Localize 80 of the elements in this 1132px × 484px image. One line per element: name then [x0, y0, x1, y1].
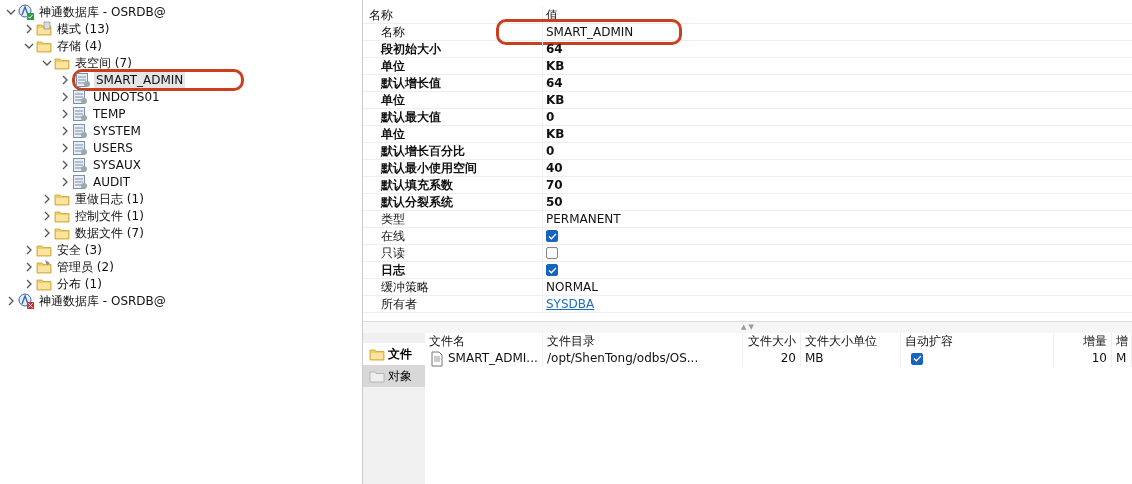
- tablespace-icon: [72, 156, 88, 173]
- tree-item[interactable]: SYSTEM: [91, 122, 143, 139]
- side-tab[interactable]: 对象: [363, 365, 425, 387]
- tablespace-icon: [72, 139, 88, 156]
- property-name: 单位: [363, 58, 543, 74]
- property-name: 日志: [363, 262, 543, 278]
- property-name: 默认最小使用空间: [363, 160, 543, 176]
- property-value: 50: [546, 194, 563, 210]
- tablespace-icon: [75, 71, 91, 88]
- property-name: 类型: [363, 211, 543, 227]
- tree-item[interactable]: 存储 (4): [55, 37, 104, 54]
- column-header: 文件大小单位: [801, 333, 901, 350]
- owner-link[interactable]: SYSDBA: [546, 296, 595, 312]
- tree-item[interactable]: 表空间 (7): [73, 54, 134, 71]
- table-cell: SMART_ADMI...: [448, 350, 538, 367]
- property-name: 单位: [363, 92, 543, 108]
- tree-item[interactable]: 数据文件 (7): [73, 224, 146, 241]
- column-header: 增: [1112, 333, 1132, 350]
- folder-icon: [369, 368, 385, 384]
- tree-item[interactable]: 管理员 (2): [55, 258, 116, 275]
- property-value: 70: [546, 177, 563, 193]
- property-value: 40: [546, 160, 563, 176]
- tree-item[interactable]: USERS: [91, 139, 135, 156]
- tree-item[interactable]: UNDOTS01: [91, 88, 162, 105]
- property-value: PERMANENT: [546, 211, 621, 227]
- property-value: 0: [546, 143, 555, 159]
- side-tab[interactable]: 文件: [363, 343, 425, 365]
- property-value: 0: [546, 109, 555, 125]
- table-cell: MB: [801, 350, 901, 367]
- column-header: 自动扩容: [901, 333, 1054, 350]
- table-cell: /opt/ShenTong/odbs/OS...: [543, 350, 743, 367]
- checkbox[interactable]: [546, 230, 558, 242]
- tree-item[interactable]: SYSAUX: [91, 156, 143, 173]
- tree-item[interactable]: 安全 (3): [55, 241, 104, 258]
- property-name: 默认填充系数: [363, 177, 543, 193]
- property-value: 64: [546, 75, 563, 91]
- column-header: 文件名: [425, 333, 543, 350]
- property-name: 段初始大小: [363, 41, 543, 57]
- property-name: 默认最大值: [363, 109, 543, 125]
- property-value: KB: [546, 92, 565, 108]
- folder-icon: [369, 346, 385, 362]
- admin-folder-icon: [36, 258, 52, 275]
- checkbox[interactable]: [911, 352, 923, 365]
- column-header: 名称: [363, 7, 543, 23]
- property-name: 所有者: [363, 296, 543, 312]
- column-header: 文件目录: [543, 333, 743, 350]
- property-name: 缓冲策略: [363, 279, 543, 295]
- property-name: 只读: [363, 245, 543, 261]
- tablespace-icon: [72, 173, 88, 190]
- property-name: 名称: [363, 24, 543, 40]
- property-value: KB: [546, 58, 565, 74]
- file-icon: [429, 350, 445, 367]
- property-name: 默认增长值: [363, 75, 543, 91]
- tree-item[interactable]: 模式 (13): [55, 20, 112, 37]
- tree-item[interactable]: SMART_ADMIN: [94, 71, 186, 88]
- table-cell: M: [1112, 350, 1132, 367]
- tree-item[interactable]: TEMP: [91, 105, 128, 122]
- property-name: 单位: [363, 126, 543, 142]
- tablespace-icon: [72, 105, 88, 122]
- tablespace-icon: [72, 122, 88, 139]
- tree-item[interactable]: AUDIT: [91, 173, 133, 190]
- property-value: NORMAL: [546, 279, 598, 295]
- tree-item[interactable]: 控制文件 (1): [73, 207, 146, 224]
- property-value: SMART_ADMIN: [496, 19, 683, 45]
- column-header: 文件大小: [743, 333, 801, 350]
- column-header: 增量: [1054, 333, 1112, 350]
- tree-item[interactable]: 分布 (1): [55, 275, 104, 292]
- property-value: KB: [546, 126, 565, 142]
- tablespace-icon: [72, 88, 88, 105]
- table-cell: 10: [1054, 350, 1112, 367]
- checkbox[interactable]: [546, 247, 558, 259]
- tree-item[interactable]: 神通数据库 - OSRDB@: [37, 292, 168, 309]
- tree-item[interactable]: 神通数据库 - OSRDB@: [37, 3, 168, 20]
- schema-folder-icon: [36, 20, 52, 37]
- property-name: 在线: [363, 228, 543, 244]
- property-name: 默认分裂系统: [363, 194, 543, 210]
- property-name: 默认增长百分比: [363, 143, 543, 159]
- tree-item[interactable]: 重做日志 (1): [73, 190, 146, 207]
- table-cell: 20: [743, 350, 801, 367]
- checkbox[interactable]: [546, 264, 558, 276]
